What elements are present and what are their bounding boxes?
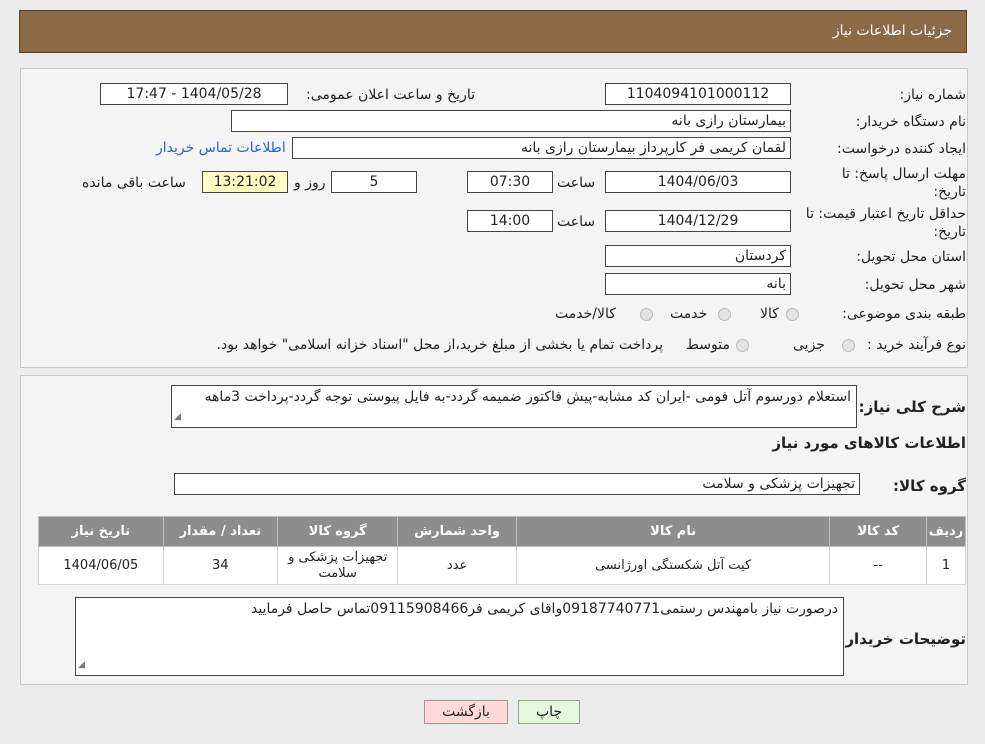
purchase-radio-minor[interactable] [842, 339, 855, 352]
page-title: جزئیات اطلاعات نیاز [832, 23, 952, 39]
days-label: روز و [294, 175, 326, 191]
category-radio-goods[interactable] [786, 308, 799, 321]
items-table: ردیف کد کالا نام کالا واحد شمارش گروه کا… [38, 516, 966, 585]
buyer-org-field: بیمارستان رازی بانه [231, 110, 791, 132]
resize-grip-icon: ◢ [78, 660, 85, 670]
announce-datetime-field: 1404/05/28 - 17:47 [100, 83, 288, 105]
category-radio-service[interactable] [718, 308, 731, 321]
need-number-label: شماره نیاز: [899, 87, 967, 103]
category-radio-goods-service[interactable] [640, 308, 653, 321]
requester-label: ایجاد کننده درخواست: [837, 141, 966, 157]
reply-time-label: ساعت [557, 175, 596, 191]
price-validity-label: حداقل تاریخ اعتبار قیمت: تا [805, 206, 966, 222]
cell-unit: عدد [397, 546, 517, 585]
cell-row: 1 [926, 546, 966, 585]
cell-qty: 34 [162, 546, 278, 585]
items-table-wrap: ردیف کد کالا نام کالا واحد شمارش گروه کا… [38, 516, 966, 585]
col-qty-header: تعداد / مقدار [162, 516, 278, 547]
col-row-header: ردیف [926, 516, 966, 547]
price-time-label: ساعت [557, 214, 596, 230]
requester-field: لقمان کریمی فر کارپرداز بیمارستان رازی ب… [292, 137, 791, 159]
buyer-contact-link[interactable]: اطلاعات تماس خریدار [156, 140, 286, 156]
price-validity-time: 14:00 [467, 210, 553, 232]
table-header-row: ردیف کد کالا نام کالا واحد شمارش گروه کا… [38, 516, 966, 547]
purchase-option-medium: متوسط [686, 337, 730, 353]
purchase-radio-medium[interactable] [736, 339, 749, 352]
cell-group: تجهیزات پزشکی و سلامت [276, 546, 399, 585]
category-option-service: خدمت [670, 306, 708, 322]
announce-datetime-label: تاریخ و ساعت اعلان عمومی: [306, 87, 475, 103]
col-group-header: گروه کالا [276, 516, 399, 547]
description-text: استعلام دورسوم آتل فومی -ایران کد مشابه-… [204, 389, 851, 405]
category-option-goods-service: کالا/خدمت [555, 306, 616, 322]
reply-deadline-label: مهلت ارسال پاسخ: تا [841, 166, 966, 182]
category-label: طبقه بندی موضوعی: [842, 306, 966, 322]
buyer-notes-label: توضیحات خریدار: [839, 630, 966, 648]
goods-info-title: اطلاعات کالاهای مورد نیاز [772, 434, 966, 452]
reply-days-field: 5 [331, 171, 417, 193]
remaining-time-field: 13:21:02 [202, 171, 288, 193]
province-field: کردستان [605, 245, 791, 267]
cell-code: -- [829, 546, 928, 585]
page-header: جزئیات اطلاعات نیاز [19, 10, 967, 53]
reply-deadline-date: 1404/06/03 [605, 171, 791, 193]
treasury-note-wrap: پرداخت تمام یا بخشی از مبلغ خرید،از محل … [129, 337, 663, 353]
goods-group-label: گروه کالا: [893, 477, 966, 495]
buyer-notes-textarea[interactable]: درصورت نیاز بامهندس رستمی09187740771واقا… [75, 597, 844, 676]
col-date-header: تاریخ نیاز [38, 516, 164, 547]
buyer-notes-text: درصورت نیاز بامهندس رستمی09187740771واقا… [250, 601, 838, 617]
city-label: شهر محل تحویل: [864, 277, 966, 293]
purchase-type-label: نوع فرآیند خرید : [867, 337, 966, 353]
goods-group-field: تجهیزات پزشکی و سلامت [174, 473, 860, 495]
reply-deadline-label-2: تاریخ: [933, 184, 966, 200]
remaining-label: ساعت باقی مانده [82, 175, 186, 191]
col-code-header: کد کالا [829, 516, 928, 547]
province-label: استان محل تحویل: [856, 249, 966, 265]
price-validity-date: 1404/12/29 [605, 210, 791, 232]
price-validity-label-2: تاریخ: [933, 224, 966, 240]
description-label: شرح کلی نیاز: [858, 398, 966, 416]
need-number-field: 1104094101000112 [605, 83, 791, 105]
buyer-org-label: نام دستگاه خریدار: [855, 114, 966, 130]
cell-name: کیت آتل شکستگی اورژانسی [515, 546, 831, 585]
reply-deadline-time: 07:30 [467, 171, 553, 193]
print-button[interactable]: چاپ [518, 700, 580, 724]
back-button[interactable]: بازگشت [424, 700, 508, 724]
col-name-header: نام کالا [515, 516, 831, 547]
treasury-note: پرداخت تمام یا بخشی از مبلغ خرید،از محل … [216, 337, 663, 353]
resize-grip-icon: ◢ [174, 412, 181, 422]
table-row: 1 -- کیت آتل شکستگی اورژانسی عدد تجهیزات… [38, 546, 966, 585]
cell-date: 1404/06/05 [38, 546, 164, 585]
description-textarea[interactable]: استعلام دورسوم آتل فومی -ایران کد مشابه-… [171, 385, 857, 428]
col-unit-header: واحد شمارش [397, 516, 517, 547]
purchase-option-minor: جزیی [793, 337, 825, 353]
city-field: بانه [605, 273, 791, 295]
category-option-goods: کالا [760, 306, 779, 322]
